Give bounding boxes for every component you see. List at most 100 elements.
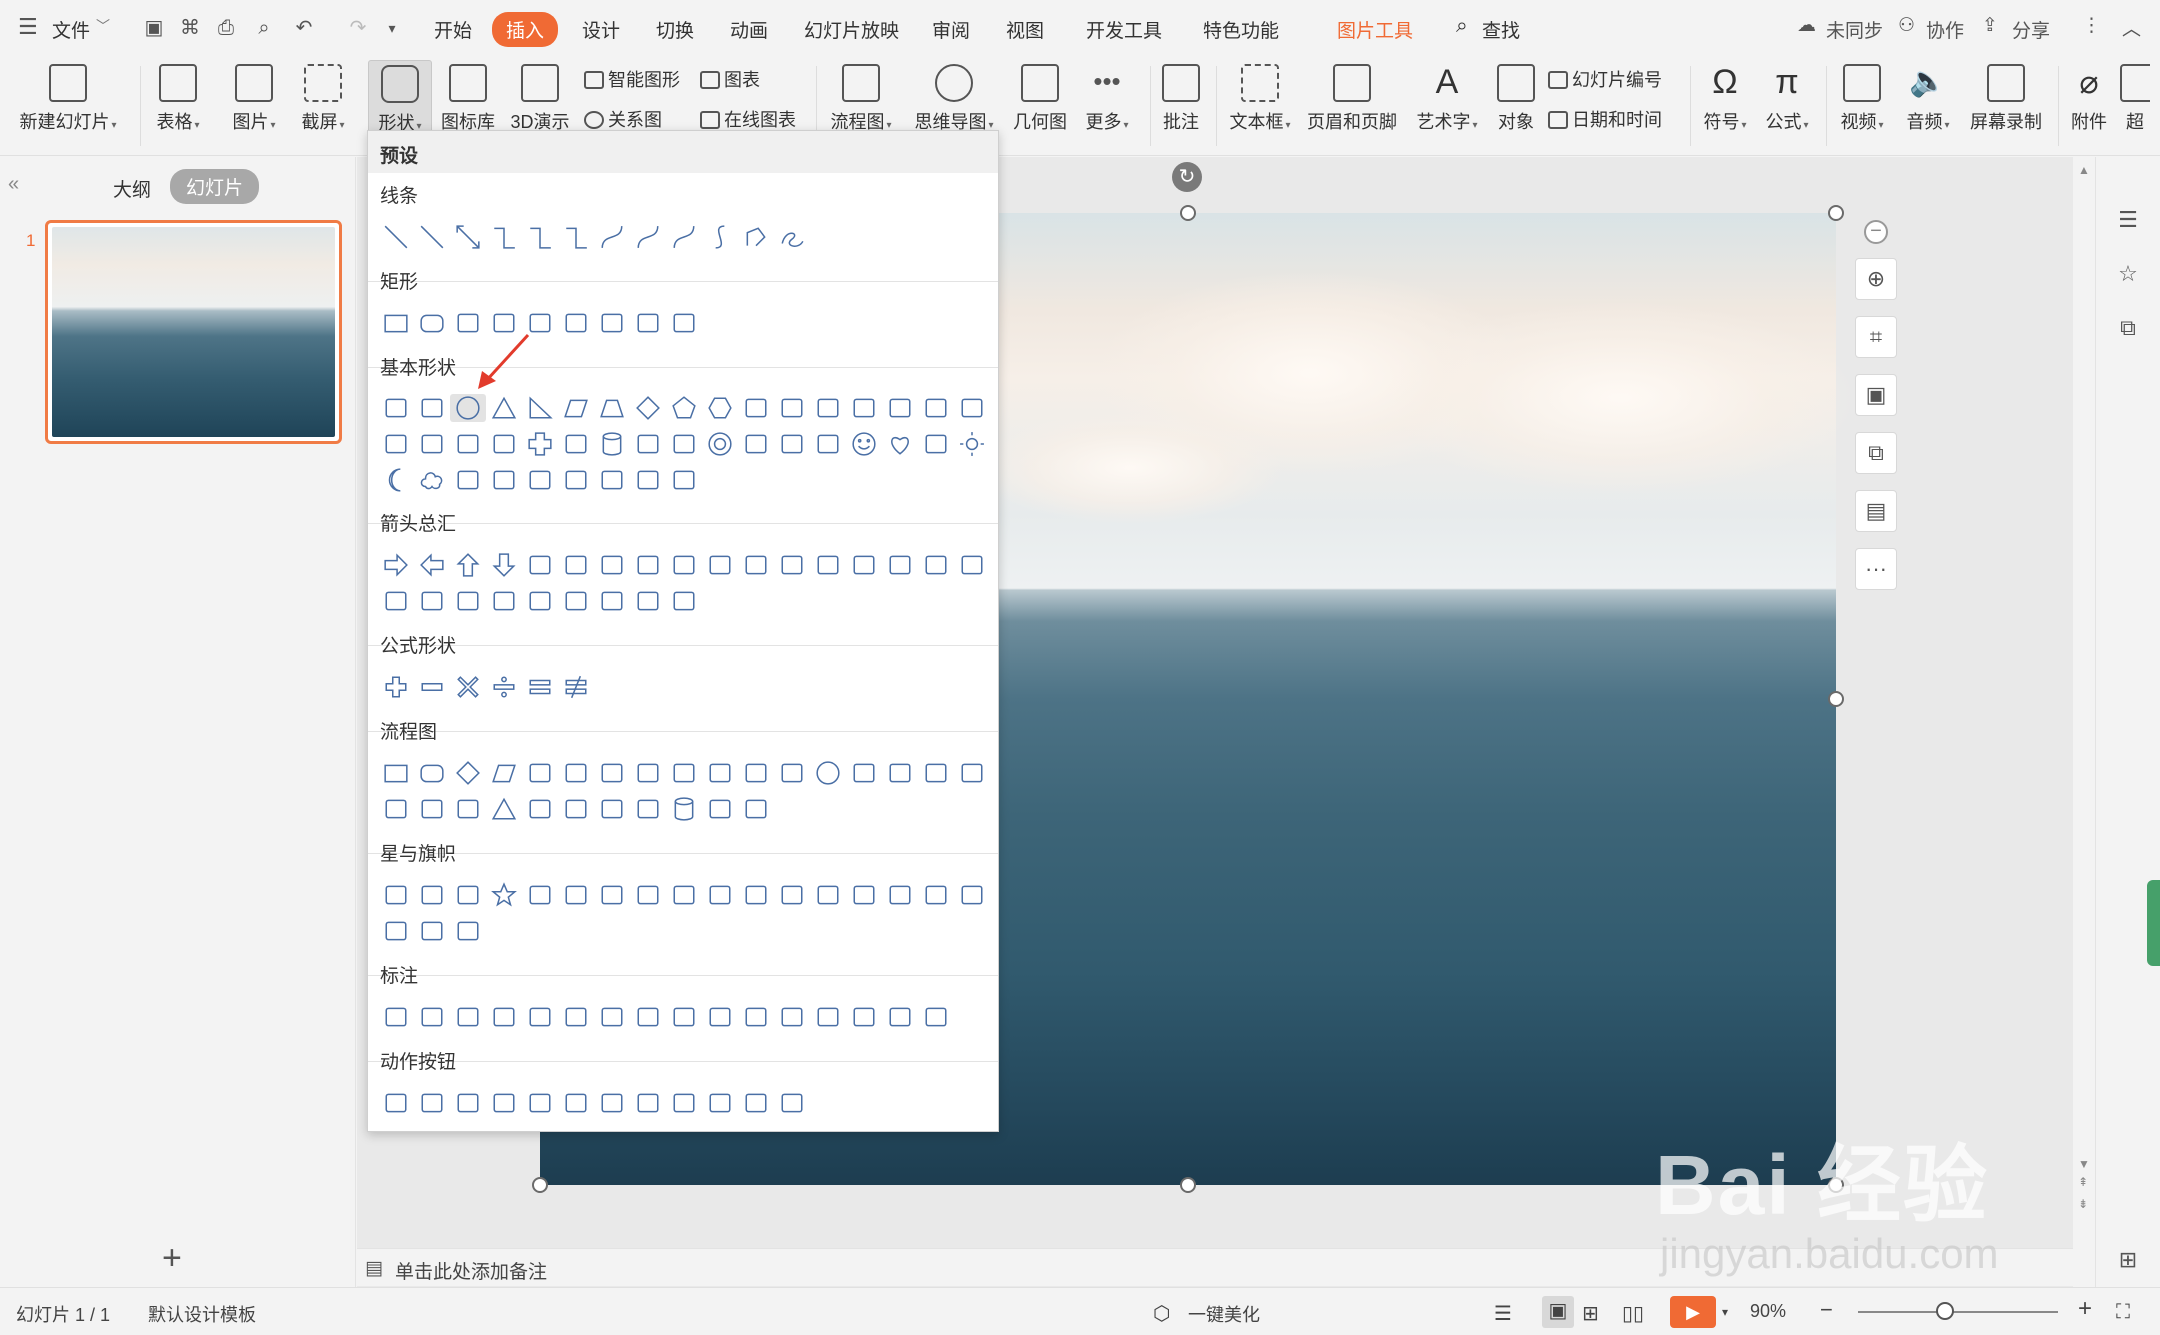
lrarrow-shape-icon[interactable] xyxy=(522,551,558,579)
larrow-shape-icon[interactable] xyxy=(414,551,450,579)
bentarrow-shape-icon[interactable] xyxy=(666,551,702,579)
line3-shape-icon[interactable] xyxy=(594,1003,630,1031)
luparrow-shape-icon[interactable] xyxy=(630,551,666,579)
abmovie-shape-icon[interactable] xyxy=(630,1089,666,1117)
side-indicator[interactable] xyxy=(2147,880,2160,966)
lcallout-shape-icon[interactable] xyxy=(522,587,558,615)
bentup-shape-icon[interactable] xyxy=(774,551,810,579)
more-options-icon[interactable]: ··· xyxy=(1855,548,1897,590)
table-button[interactable]: 表格 ▾ xyxy=(150,60,206,152)
cube-shape-icon[interactable] xyxy=(630,430,666,458)
manual-shape-icon[interactable] xyxy=(738,759,774,787)
line2-shape-icon[interactable] xyxy=(558,1003,594,1031)
curvl-shape-icon[interactable] xyxy=(810,551,846,579)
halfframe-shape-icon[interactable] xyxy=(414,430,450,458)
rect-shape-icon[interactable] xyxy=(378,309,414,337)
noentry-shape-icon[interactable] xyxy=(738,430,774,458)
star16-shape-icon[interactable] xyxy=(702,881,738,909)
header-footer-button[interactable]: 页眉和页脚 xyxy=(1306,60,1398,152)
tab-animation[interactable]: 动画 xyxy=(730,16,768,43)
collate-shape-icon[interactable] xyxy=(414,795,450,823)
acc1-shape-icon[interactable] xyxy=(630,1003,666,1031)
replace-picture-icon[interactable]: ⧉ xyxy=(1855,432,1897,474)
can-shape-icon[interactable] xyxy=(594,430,630,458)
lshape-shape-icon[interactable] xyxy=(450,430,486,458)
abblank-shape-icon[interactable] xyxy=(774,1089,810,1117)
tab-slides[interactable]: 幻灯片 xyxy=(170,169,260,204)
star12-shape-icon[interactable] xyxy=(666,881,702,909)
bracketpair-shape-icon[interactable] xyxy=(486,466,522,494)
ucallout-shape-icon[interactable] xyxy=(558,587,594,615)
redo-icon[interactable]: ↷ xyxy=(346,16,370,40)
copy-shape-icon[interactable]: ⧉ xyxy=(2116,315,2140,340)
sync-status[interactable]: 未同步 xyxy=(1826,16,1883,43)
customize-qa-icon[interactable]: ▾ xyxy=(380,16,404,40)
arc2-shape-icon[interactable] xyxy=(450,466,486,494)
more-button[interactable]: ••• 更多 ▾ xyxy=(1080,60,1134,152)
ovalcall-shape-icon[interactable] xyxy=(450,1003,486,1031)
minus-shape-icon[interactable] xyxy=(414,673,450,701)
prep-shape-icon[interactable] xyxy=(702,759,738,787)
elbow-shape-icon[interactable] xyxy=(558,223,594,251)
picture-button[interactable]: 图片 ▾ xyxy=(226,60,282,152)
bolt-shape-icon[interactable] xyxy=(918,430,954,458)
audio-button[interactable]: 🔈 音频 ▾ xyxy=(1900,60,1956,152)
rectcall-shape-icon[interactable] xyxy=(378,1003,414,1031)
rrectd-shape-icon[interactable] xyxy=(666,309,702,337)
star6-shape-icon[interactable] xyxy=(522,881,558,909)
object-button[interactable]: 对象 xyxy=(1494,60,1538,152)
rcallout-shape-icon[interactable] xyxy=(486,587,522,615)
hex-shape-icon[interactable] xyxy=(702,394,738,422)
geometry-button[interactable]: 几何图 xyxy=(1010,60,1070,152)
rrect2-shape-icon[interactable] xyxy=(630,309,666,337)
textbox-button[interactable]: 文本框 ▾ xyxy=(1226,60,1294,152)
date-time-button[interactable]: 日期和时间 xyxy=(1548,106,1662,132)
qcallout-shape-icon[interactable] xyxy=(630,587,666,615)
bord2-shape-icon[interactable] xyxy=(774,1003,810,1031)
tab-features[interactable]: 特色功能 xyxy=(1203,16,1279,43)
lbrace-shape-icon[interactable] xyxy=(630,466,666,494)
resize-handle[interactable] xyxy=(1180,1177,1196,1193)
vertical-scrollbar[interactable]: ▲ ▼ ⇞ ⇟ xyxy=(2073,157,2095,1287)
dodec-shape-icon[interactable] xyxy=(846,394,882,422)
offpage-shape-icon[interactable] xyxy=(846,759,882,787)
print-icon[interactable]: ⎙ xyxy=(214,16,238,40)
resize-handle[interactable] xyxy=(1828,691,1844,707)
scroll-shape-icon[interactable] xyxy=(954,881,990,909)
abbegin-shape-icon[interactable] xyxy=(450,1089,486,1117)
settings-sliders-icon[interactable]: ☰ xyxy=(2116,207,2140,232)
collab-button[interactable]: 协作 xyxy=(1926,16,1964,43)
darrow-shape-icon[interactable] xyxy=(486,551,522,579)
curvu-shape-icon[interactable] xyxy=(882,551,918,579)
acc3-shape-icon[interactable] xyxy=(702,1003,738,1031)
wave-shape-icon[interactable] xyxy=(414,917,450,945)
terminator-shape-icon[interactable] xyxy=(666,759,702,787)
oval-shape-icon[interactable] xyxy=(810,759,846,787)
tab-design[interactable]: 设计 xyxy=(582,16,620,43)
grid-icon[interactable]: ⊞ xyxy=(2116,1247,2140,1272)
smart-graphic-button[interactable]: 智能图形 xyxy=(584,66,680,92)
rsnip-shape-icon[interactable] xyxy=(558,309,594,337)
menu-icon[interactable]: ☰ xyxy=(18,14,38,40)
play-icon[interactable]: ▶ xyxy=(1670,1296,1716,1328)
hyperlink-button[interactable]: 超 xyxy=(2120,60,2150,152)
mult-shape-icon[interactable] xyxy=(450,673,486,701)
multidoc-shape-icon[interactable] xyxy=(630,759,666,787)
print-preview-icon[interactable]: ⌕ xyxy=(252,16,276,40)
rrect-shape-icon[interactable] xyxy=(414,759,450,787)
hept-shape-icon[interactable] xyxy=(738,394,774,422)
circarrow-shape-icon[interactable] xyxy=(666,587,702,615)
slide-number-button[interactable]: 幻灯片编号 xyxy=(1548,66,1662,92)
attachment-button[interactable]: ⌀ 附件 xyxy=(2066,60,2112,152)
can-shape-icon[interactable] xyxy=(666,795,702,823)
oct-shape-icon[interactable] xyxy=(774,394,810,422)
bord3-shape-icon[interactable] xyxy=(810,1003,846,1031)
compress-picture-icon[interactable]: ▤ xyxy=(1855,490,1897,532)
tab-home[interactable]: 开始 xyxy=(434,16,472,43)
rsnip-shape-icon[interactable] xyxy=(594,309,630,337)
star4-shape-icon[interactable] xyxy=(414,881,450,909)
tri-shape-icon[interactable] xyxy=(486,795,522,823)
chevron-shape-icon[interactable] xyxy=(450,587,486,615)
add-slide-icon[interactable]: + xyxy=(162,1239,182,1278)
zoom-in-icon[interactable]: + xyxy=(2078,1295,2092,1323)
